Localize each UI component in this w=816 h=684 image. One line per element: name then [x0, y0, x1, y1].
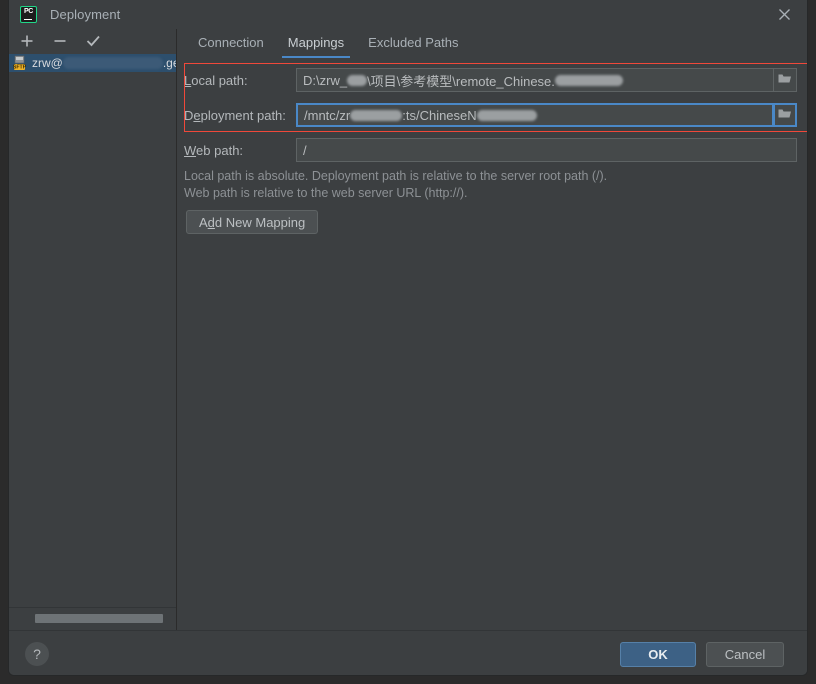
check-icon[interactable] — [85, 33, 101, 49]
server-list-toolbar — [9, 29, 176, 53]
local-path-browse-button[interactable] — [773, 68, 797, 92]
dialog-footer: ? OK Cancel — [9, 630, 807, 676]
list-item[interactable]: SFTP zrw@.ge — [9, 54, 176, 72]
web-path-label: Web path: — [184, 143, 296, 158]
tab-bar: Connection Mappings Excluded Paths — [178, 29, 807, 59]
ok-button[interactable]: OK — [620, 642, 696, 667]
folder-icon — [778, 106, 792, 124]
list-item-label: zrw@.ge — [32, 56, 176, 70]
web-path-row: Web path: / — [184, 137, 797, 163]
mappings-form: Local path: D:\zrw_\项目\参考模型\remote_Chine… — [178, 60, 807, 630]
tab-excluded-paths[interactable]: Excluded Paths — [356, 29, 470, 58]
tab-connection[interactable]: Connection — [186, 29, 276, 58]
hint-line-1: Local path is absolute. Deployment path … — [184, 168, 607, 185]
local-path-label: Local path: — [184, 73, 296, 88]
hint-line-2: Web path is relative to the web server U… — [184, 185, 607, 202]
help-button[interactable]: ? — [25, 642, 49, 666]
deployment-path-row: Deployment path: /mntc/zr:ts/ChineseN — [184, 102, 797, 128]
mappings-hint-text: Local path is absolute. Deployment path … — [184, 168, 607, 202]
sftp-server-icon: SFTP — [13, 55, 29, 71]
cancel-button[interactable]: Cancel — [706, 642, 784, 667]
web-path-input[interactable]: / — [296, 138, 797, 162]
add-new-mapping-button[interactable]: Add New Mapping — [186, 210, 318, 234]
deployment-path-label: Deployment path: — [184, 108, 296, 123]
folder-icon — [778, 71, 792, 89]
minus-icon[interactable] — [52, 33, 68, 49]
scrollbar-thumb[interactable] — [35, 614, 163, 623]
deployment-dialog: PC Deployment — [8, 0, 808, 676]
local-path-row: Local path: D:\zrw_\项目\参考模型\remote_Chine… — [184, 67, 797, 93]
server-list-panel: SFTP zrw@.ge — [9, 29, 177, 630]
window-title: Deployment — [50, 7, 120, 22]
deployment-path-input[interactable]: /mntc/zr:ts/ChineseN — [296, 103, 774, 127]
horizontal-scrollbar[interactable] — [9, 607, 176, 630]
tab-mappings[interactable]: Mappings — [276, 29, 356, 58]
plus-icon[interactable] — [19, 33, 35, 49]
pycharm-pc-icon: PC — [20, 6, 37, 23]
title-bar: PC Deployment — [9, 0, 807, 29]
main-panel: Connection Mappings Excluded Paths Local… — [178, 29, 807, 630]
server-list[interactable]: SFTP zrw@.ge — [9, 54, 176, 606]
local-path-input[interactable]: D:\zrw_\项目\参考模型\remote_Chinese. — [296, 68, 774, 92]
deployment-path-browse-button[interactable] — [773, 103, 797, 127]
dialog-body: SFTP zrw@.ge Connection Mappings Exclude… — [9, 29, 807, 630]
svg-text:SFTP: SFTP — [13, 65, 27, 71]
close-icon[interactable] — [761, 0, 807, 29]
